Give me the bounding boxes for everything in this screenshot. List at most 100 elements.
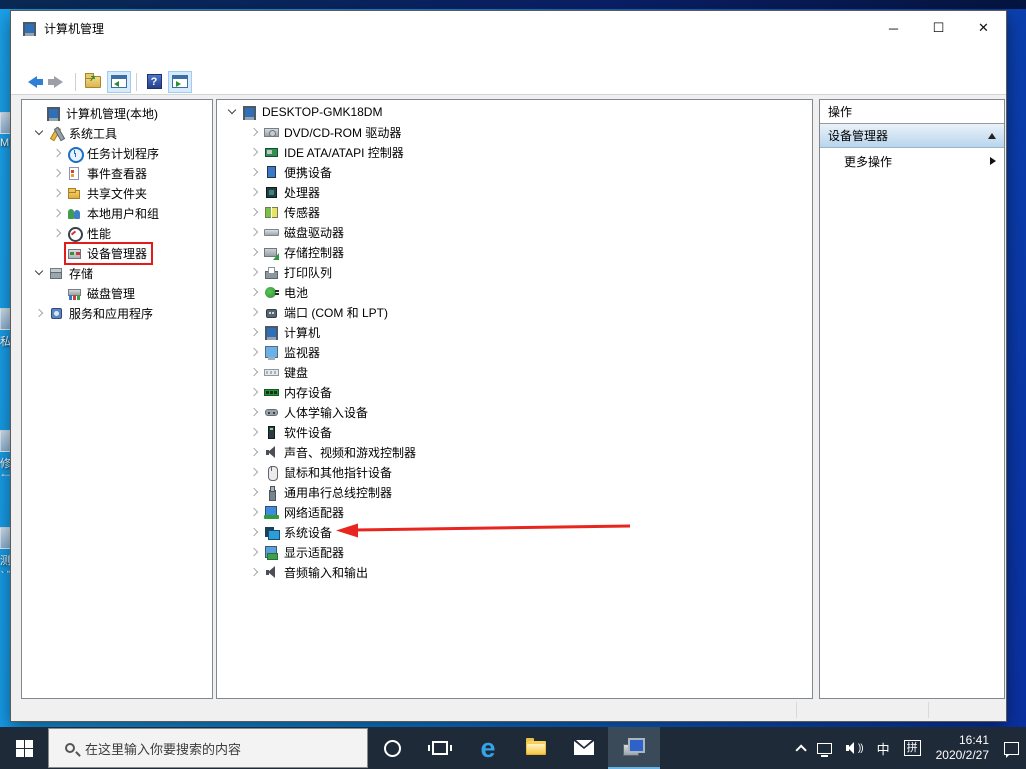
chevron-icon[interactable]	[245, 483, 263, 501]
chevron-icon[interactable]	[245, 123, 263, 141]
device-row-core[interactable]: 传感器	[263, 203, 324, 222]
back-button[interactable]	[20, 71, 44, 93]
device-row-core[interactable]: 便携设备	[263, 163, 336, 182]
tree-item[interactable]: 系统工具	[22, 123, 212, 143]
maximize-button[interactable]: ☐	[916, 11, 961, 45]
device-row-core[interactable]: 端口 (COM 和 LPT)	[263, 303, 392, 322]
device-category-row[interactable]: 键盘	[217, 362, 812, 382]
tree-item-core[interactable]: 存储	[48, 264, 97, 283]
chevron-icon[interactable]	[245, 203, 263, 221]
ime-mode-button[interactable]: 拼	[897, 727, 928, 769]
actions-group-bar[interactable]: 设备管理器	[820, 124, 1004, 148]
console-tree-toggle-button[interactable]	[107, 71, 131, 93]
chevron-icon[interactable]	[48, 244, 66, 262]
menu-item[interactable]	[19, 54, 41, 60]
device-category-row[interactable]: 传感器	[217, 202, 812, 222]
tree-item-core[interactable]: 任务计划程序	[66, 144, 163, 163]
device-category-row[interactable]: 便携设备	[217, 162, 812, 182]
device-row-core[interactable]: DESKTOP-GMK18DM	[241, 104, 386, 121]
chevron-icon[interactable]	[30, 124, 48, 142]
device-row-core[interactable]: 计算机	[263, 323, 324, 342]
chevron-icon[interactable]	[245, 223, 263, 241]
network-tray-button[interactable]	[810, 727, 839, 769]
action-pane-toggle-button[interactable]	[168, 71, 192, 93]
tree-item-core[interactable]: 共享文件夹	[66, 184, 151, 203]
tree-item-core[interactable]: 本地用户和组	[66, 204, 163, 223]
device-category-row[interactable]: 显示适配器	[217, 542, 812, 562]
tree-item[interactable]: 共享文件夹	[22, 183, 212, 203]
chevron-icon[interactable]	[245, 243, 263, 261]
menu-item[interactable]	[63, 54, 85, 60]
device-category-row[interactable]: 磁盘驱动器	[217, 222, 812, 242]
task-view-button[interactable]	[416, 727, 464, 769]
device-category-row[interactable]: 存储控制器	[217, 242, 812, 262]
close-button[interactable]: ✕	[961, 11, 1006, 45]
tree-item[interactable]: 性能	[22, 223, 212, 243]
edge-button[interactable]: e	[464, 727, 512, 769]
device-row-core[interactable]: 键盘	[263, 363, 312, 382]
mail-button[interactable]	[560, 727, 608, 769]
chevron-icon[interactable]	[245, 263, 263, 281]
file-explorer-button[interactable]	[512, 727, 560, 769]
device-category-row[interactable]: 计算机	[217, 322, 812, 342]
chevron-icon[interactable]	[245, 363, 263, 381]
device-row-core[interactable]: 鼠标和其他指针设备	[263, 463, 396, 482]
chevron-icon[interactable]	[30, 304, 48, 322]
device-category-row[interactable]: 音频输入和输出	[217, 562, 812, 582]
device-category-row[interactable]: 处理器	[217, 182, 812, 202]
tree-item-core[interactable]: 系统工具	[48, 124, 121, 143]
device-row-core[interactable]: 磁盘驱动器	[263, 223, 348, 242]
chevron-icon[interactable]	[245, 563, 263, 581]
device-category-row[interactable]: 电池	[217, 282, 812, 302]
chevron-icon[interactable]	[48, 184, 66, 202]
tree-item[interactable]: 事件查看器	[22, 163, 212, 183]
chevron-icon[interactable]	[245, 323, 263, 341]
computer-management-taskbar-button[interactable]	[608, 727, 660, 769]
chevron-icon[interactable]	[48, 284, 66, 302]
tree-item[interactable]: 磁盘管理	[22, 283, 212, 303]
chevron-icon[interactable]	[245, 303, 263, 321]
device-row-core[interactable]: 声音、视频和游戏控制器	[263, 443, 420, 462]
device-category-row[interactable]: 端口 (COM 和 LPT)	[217, 302, 812, 322]
device-row-core[interactable]: 通用串行总线控制器	[263, 483, 396, 502]
device-category-row[interactable]: 监视器	[217, 342, 812, 362]
device-row-core[interactable]: 存储控制器	[263, 243, 348, 262]
collapse-arrow-icon[interactable]	[988, 133, 996, 139]
cortana-button[interactable]	[368, 727, 416, 769]
chevron-icon[interactable]	[245, 523, 263, 541]
chevron-icon[interactable]	[245, 383, 263, 401]
device-row-core[interactable]: 监视器	[263, 343, 324, 362]
device-category-row[interactable]: 鼠标和其他指针设备	[217, 462, 812, 482]
device-category-row[interactable]: 网络适配器	[217, 502, 812, 522]
tree-item-core[interactable]: 性能	[66, 224, 115, 243]
forward-button[interactable]	[46, 71, 70, 93]
chevron-icon[interactable]	[245, 283, 263, 301]
device-row-core[interactable]: 内存设备	[263, 383, 336, 402]
help-button[interactable]: ?	[142, 71, 166, 93]
up-level-button[interactable]	[81, 71, 105, 93]
tree-item[interactable]: 服务和应用程序	[22, 303, 212, 323]
device-row-core[interactable]: 打印队列	[263, 263, 336, 282]
action-center-button[interactable]	[997, 727, 1026, 769]
menu-item[interactable]	[41, 54, 63, 60]
tree-item-core[interactable]: 磁盘管理	[66, 284, 139, 303]
chevron-icon[interactable]	[245, 143, 263, 161]
device-category-row[interactable]: 内存设备	[217, 382, 812, 402]
tray-overflow-button[interactable]	[788, 727, 810, 769]
device-row-core[interactable]: DVD/CD-ROM 驱动器	[263, 123, 405, 142]
tree-item-core[interactable]: 服务和应用程序	[48, 304, 157, 323]
chevron-icon[interactable]	[245, 443, 263, 461]
device-category-row[interactable]: 通用串行总线控制器	[217, 482, 812, 502]
more-actions-item[interactable]: 更多操作	[820, 148, 1004, 174]
tree-item[interactable]: 任务计划程序	[22, 143, 212, 163]
chevron-icon[interactable]	[27, 104, 45, 122]
device-row-core[interactable]: 网络适配器	[263, 503, 348, 522]
tree-item[interactable]: 计算机管理(本地)	[22, 103, 212, 123]
title-bar[interactable]: 计算机管理 ─ ☐ ✕	[11, 11, 1006, 45]
chevron-icon[interactable]	[223, 103, 241, 121]
ime-language-button[interactable]: 中	[870, 727, 897, 769]
tree-item[interactable]: 存储	[22, 263, 212, 283]
device-row-core[interactable]: 处理器	[263, 183, 324, 202]
chevron-icon[interactable]	[245, 543, 263, 561]
taskbar-search-box[interactable]: 在这里输入你要搜索的内容	[48, 728, 368, 768]
